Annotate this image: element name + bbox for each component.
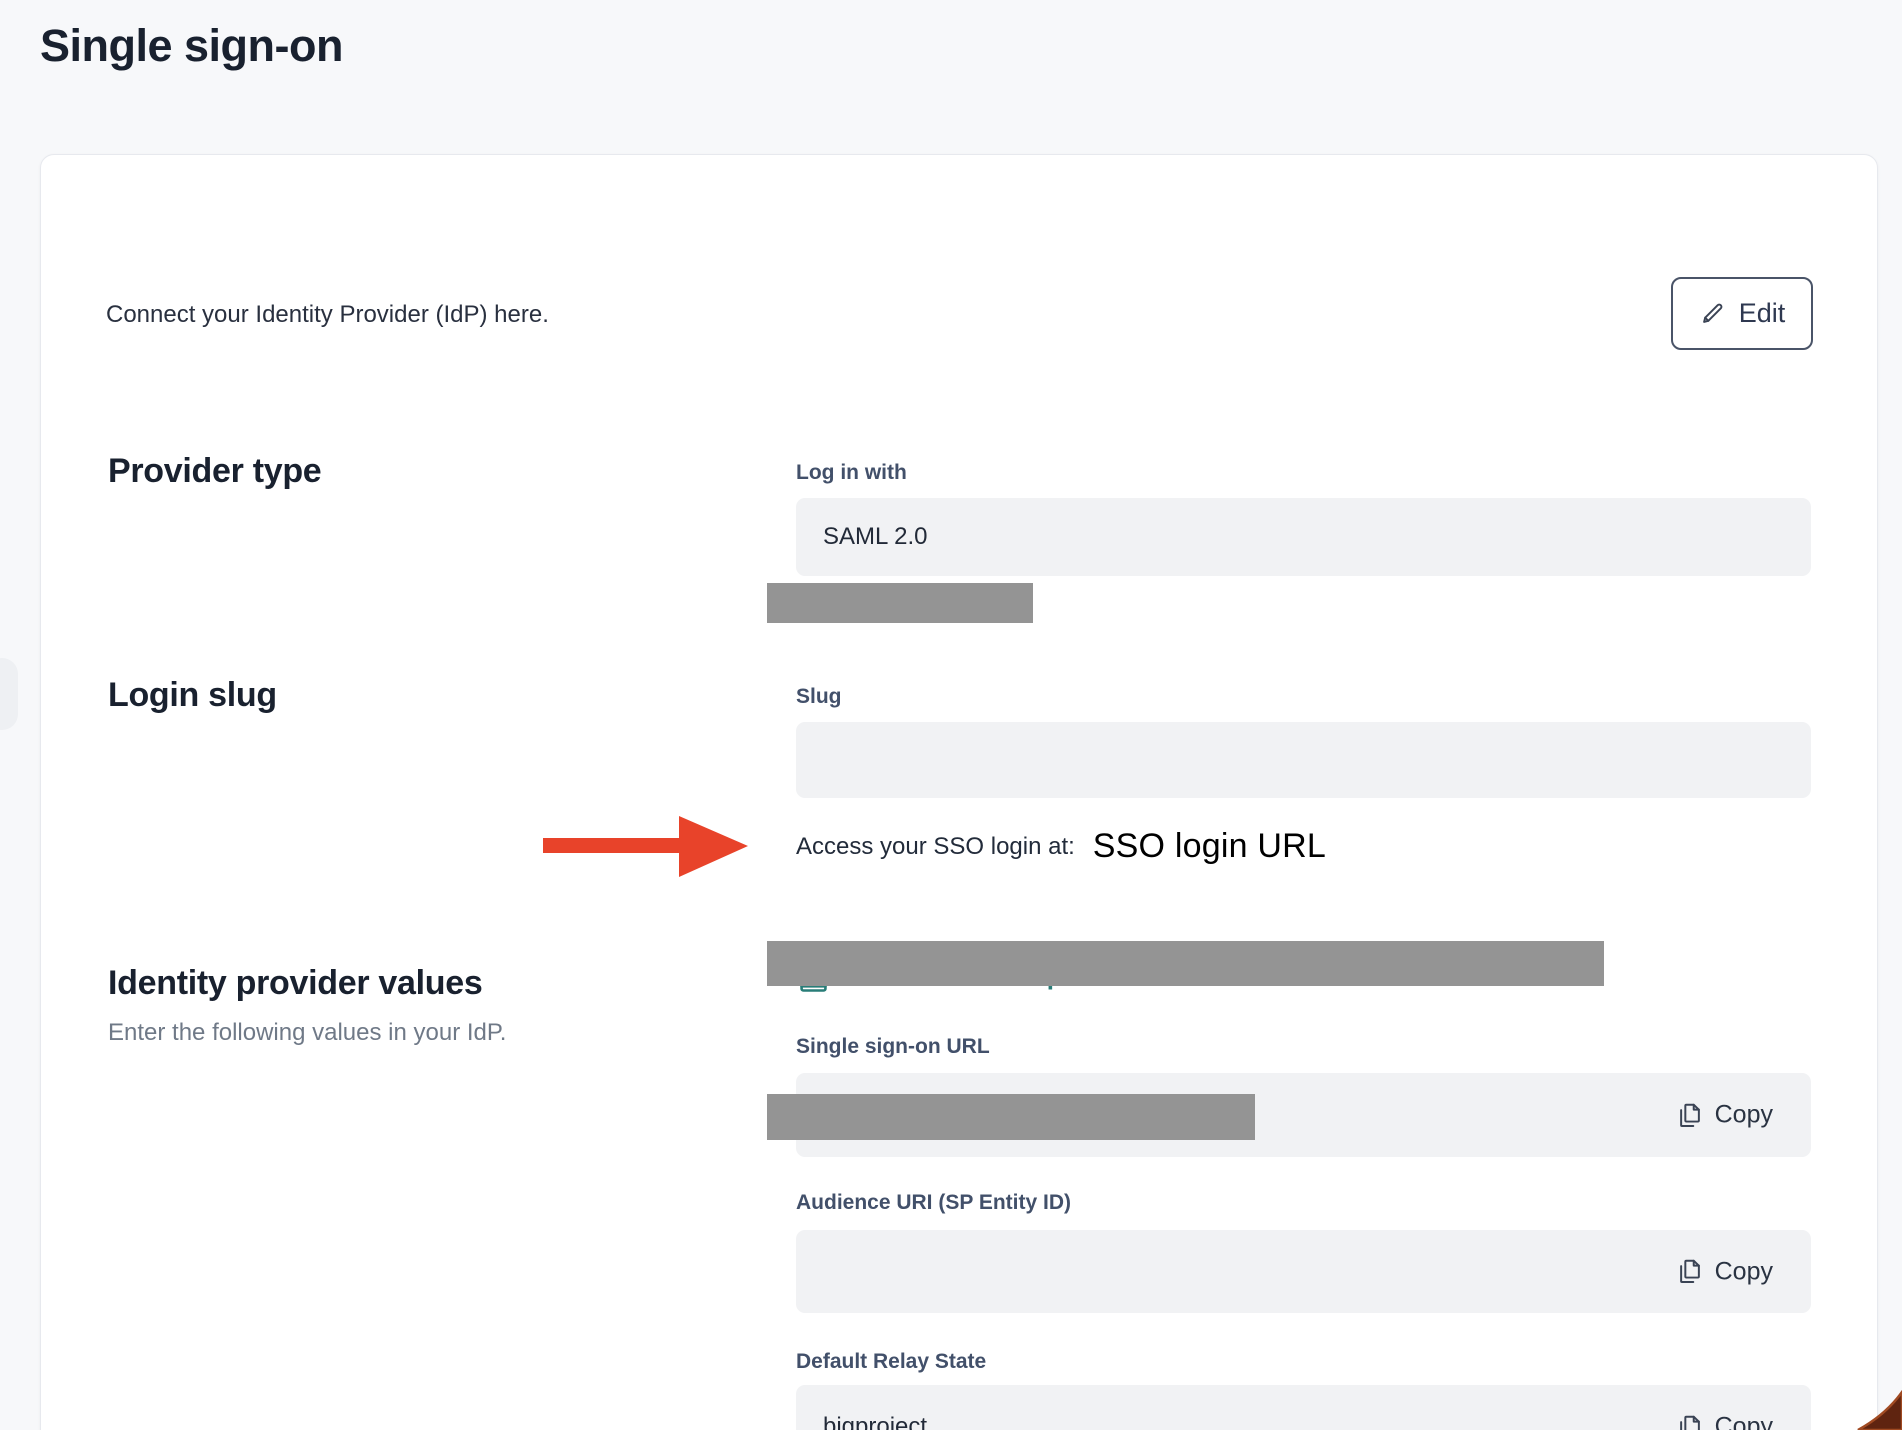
login-with-label: Log in with — [796, 461, 907, 485]
access-login-text: Access your SSO login at: — [796, 833, 1075, 861]
idp-values-subheading: Enter the following values in your IdP. — [108, 1019, 506, 1047]
pencil-icon — [1699, 300, 1726, 327]
redacted-slug-value — [767, 583, 1033, 623]
copy-button-label: Copy — [1715, 1257, 1773, 1286]
edit-button-label: Edit — [1739, 298, 1786, 329]
edit-button[interactable]: Edit — [1671, 277, 1813, 350]
copy-icon — [1676, 1101, 1704, 1129]
slug-label: Slug — [796, 685, 842, 709]
redacted-sso-url-value — [767, 941, 1604, 986]
sso-settings-page: Single sign-on Connect your Identity Pro… — [0, 0, 1902, 1430]
copy-audience-uri-button[interactable]: Copy — [1676, 1257, 1773, 1286]
copy-icon — [1676, 1258, 1704, 1286]
sso-card: Connect your Identity Provider (IdP) her… — [40, 154, 1878, 1430]
provider-type-field: SAML 2.0 — [796, 498, 1811, 576]
section-heading-login-slug: Login slug — [108, 676, 277, 715]
copy-button-label: Copy — [1715, 1413, 1773, 1430]
default-relay-state-label: Default Relay State — [796, 1350, 986, 1374]
single-sign-on-url-label: Single sign-on URL — [796, 1035, 990, 1059]
copy-sso-url-button[interactable]: Copy — [1676, 1101, 1773, 1130]
slug-field — [796, 722, 1811, 798]
left-edge-handle — [0, 658, 18, 730]
corner-annotation — [1850, 1388, 1902, 1430]
sso-login-url-annotation[interactable]: SSO login URL — [1093, 827, 1326, 866]
audience-uri-label: Audience URI (SP Entity ID) — [796, 1191, 1071, 1215]
redacted-audience-uri-value — [767, 1094, 1255, 1140]
intro-text: Connect your Identity Provider (IdP) her… — [106, 301, 549, 329]
section-heading-idp-values: Identity provider values — [108, 964, 482, 1003]
default-relay-state-value: bigproject — [823, 1413, 927, 1430]
default-relay-state-field: bigproject Copy — [796, 1385, 1811, 1430]
audience-uri-field: Copy — [796, 1230, 1811, 1313]
provider-type-value: SAML 2.0 — [823, 523, 928, 551]
sso-access-row: Access your SSO login at: SSO login URL — [796, 827, 1326, 866]
copy-relay-state-button[interactable]: Copy — [1676, 1413, 1773, 1430]
copy-button-label: Copy — [1715, 1101, 1773, 1130]
copy-icon — [1676, 1413, 1704, 1430]
page-title: Single sign-on — [40, 20, 343, 72]
annotation-arrow-icon — [541, 814, 751, 880]
section-heading-provider-type: Provider type — [108, 452, 321, 491]
